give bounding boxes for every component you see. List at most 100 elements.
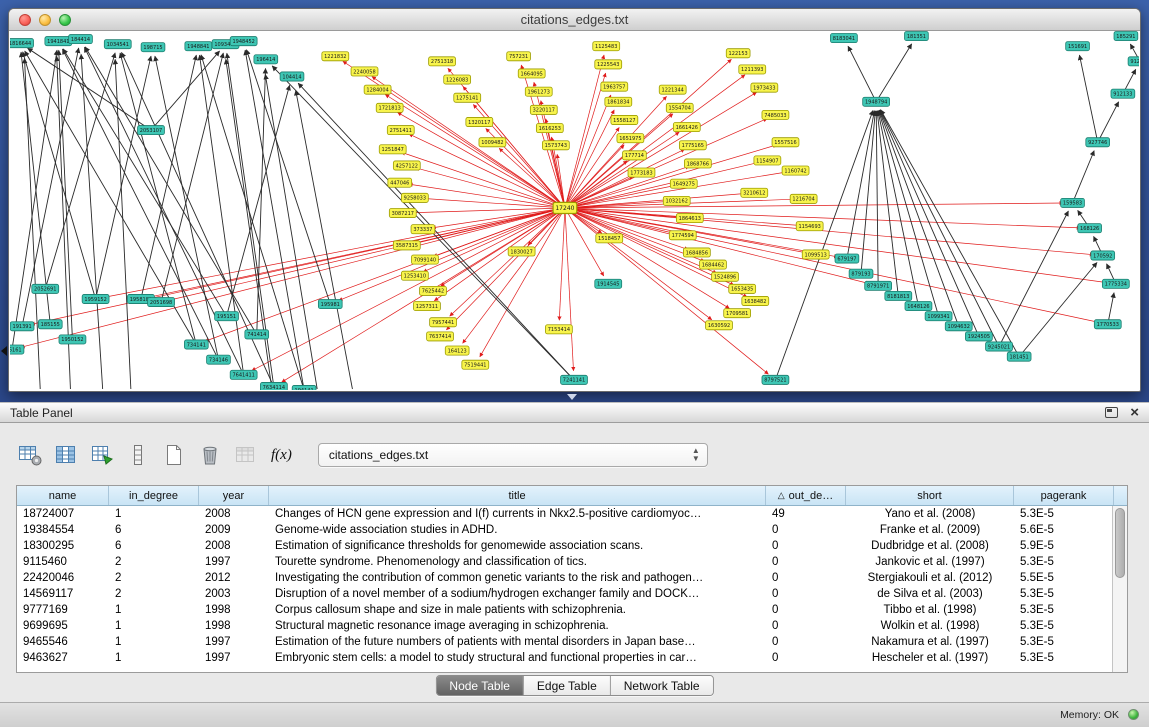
graph-edge[interactable] [151, 51, 220, 130]
cell-title[interactable]: Embryonic stem cells: a model to study s… [269, 650, 766, 666]
graph-edge[interactable] [141, 55, 196, 299]
table-row[interactable]: 969969511998Structural magnetic resonanc… [17, 618, 1127, 634]
graph-edge[interactable] [565, 55, 604, 208]
cell-short[interactable]: Yano et al. (2008) [846, 506, 1014, 522]
cell-name[interactable]: 9465546 [17, 634, 109, 650]
cell-out_degree[interactable]: 0 [766, 554, 846, 570]
graph-edge[interactable] [28, 48, 151, 130]
graph-edge[interactable] [59, 50, 73, 339]
cell-in_degree[interactable]: 2 [109, 586, 199, 602]
cell-name[interactable]: 22420046 [17, 570, 109, 586]
cell-title[interactable]: Corpus callosum shape and size in male p… [269, 602, 766, 618]
graph-edge[interactable] [847, 111, 874, 259]
cell-pagerank[interactable]: 5.3E-5 [1014, 618, 1114, 634]
cell-name[interactable]: 9115460 [17, 554, 109, 570]
graph-edge[interactable] [45, 53, 115, 289]
cell-in_degree[interactable]: 2 [109, 554, 199, 570]
cell-pagerank[interactable]: 5.3E-5 [1014, 650, 1114, 666]
graph-edge[interactable] [1098, 102, 1119, 142]
delete-column-icon[interactable] [196, 442, 223, 469]
cell-in_degree[interactable]: 1 [109, 602, 199, 618]
column-header-short[interactable]: short [846, 486, 1014, 505]
graph-edge[interactable] [1019, 262, 1097, 356]
cell-name[interactable]: 18724007 [17, 506, 109, 522]
graph-edge[interactable] [876, 44, 912, 102]
cell-title[interactable]: Estimation of the future numbers of pati… [269, 634, 766, 650]
cell-name[interactable]: 18300295 [17, 538, 109, 554]
cell-short[interactable]: Wolkin et al. (1998) [846, 618, 1014, 634]
graph-edge[interactable] [565, 162, 759, 208]
graph-edge[interactable] [252, 208, 565, 371]
cell-title[interactable]: Structural magnetic resonance image aver… [269, 618, 766, 634]
cell-name[interactable]: 14569117 [17, 586, 109, 602]
graph-edge[interactable] [265, 74, 317, 389]
cell-out_degree[interactable]: 0 [766, 602, 846, 618]
table-row[interactable]: 946554611997Estimation of the future num… [17, 634, 1127, 650]
cell-out_degree[interactable]: 0 [766, 586, 846, 602]
table-selector-combobox[interactable]: citations_edges.txt ▲ ▼ [318, 443, 708, 467]
graph-edge[interactable] [880, 110, 999, 347]
graph-edge[interactable] [200, 55, 244, 375]
cell-out_degree[interactable]: 0 [766, 634, 846, 650]
graph-edge[interactable] [848, 46, 876, 102]
import-table-icon[interactable] [88, 442, 115, 469]
splitter-collapse-handle[interactable] [567, 394, 577, 400]
cell-title[interactable]: Estimation of significance thresholds fo… [269, 538, 766, 554]
graph-edge[interactable] [878, 111, 918, 306]
cell-pagerank[interactable]: 5.3E-5 [1014, 634, 1114, 650]
graph-edge[interactable] [559, 208, 565, 320]
cell-year[interactable]: 2003 [199, 586, 269, 602]
cell-in_degree[interactable]: 1 [109, 618, 199, 634]
new-column-icon[interactable] [160, 442, 187, 469]
cell-short[interactable]: Nakamura et al. (1997) [846, 634, 1014, 650]
cell-year[interactable]: 1998 [199, 602, 269, 618]
table-row[interactable]: 1872400712008Changes of HCN gene express… [17, 506, 1127, 522]
cell-out_degree[interactable]: 0 [766, 650, 846, 666]
cell-year[interactable]: 1997 [199, 634, 269, 650]
graph-edge[interactable] [999, 211, 1068, 347]
graph-edge[interactable] [1079, 55, 1097, 142]
column-header-name[interactable]: name [17, 486, 109, 505]
cell-short[interactable]: Tibbo et al. (1998) [846, 602, 1014, 618]
cell-short[interactable]: Franke et al. (2009) [846, 522, 1014, 538]
cell-title[interactable]: Genome-wide association studies in ADHD. [269, 522, 766, 538]
cell-in_degree[interactable]: 1 [109, 634, 199, 650]
cell-out_degree[interactable]: 0 [766, 618, 846, 634]
table-row[interactable]: 911546021997Tourette syndrome. Phenomeno… [17, 554, 1127, 570]
graph-edge[interactable] [876, 111, 878, 286]
graph-edge[interactable] [424, 198, 565, 208]
window-titlebar[interactable]: citations_edges.txt [9, 9, 1140, 31]
cell-year[interactable]: 1998 [199, 618, 269, 634]
graph-edge[interactable] [21, 52, 50, 324]
graph-edge[interactable] [63, 49, 226, 316]
graph-edge[interactable] [85, 47, 257, 335]
function-builder-button[interactable]: f(x) [268, 447, 295, 464]
table-row[interactable]: 2242004622012Investigating the contribut… [17, 570, 1127, 586]
cell-in_degree[interactable]: 2 [109, 570, 199, 586]
graph-edge[interactable] [155, 56, 219, 360]
graph-edge[interactable] [565, 208, 574, 371]
graph-edge[interactable] [84, 47, 243, 375]
graph-edge[interactable] [1073, 151, 1095, 203]
cell-title[interactable]: Investigating the contribution of common… [269, 570, 766, 586]
tab-network-table[interactable]: Network Table [610, 676, 713, 695]
cell-title[interactable]: Tourette syndrome. Phenomenology and cla… [269, 554, 766, 570]
cell-pagerank[interactable]: 5.3E-5 [1014, 602, 1114, 618]
graph-edge[interactable] [62, 49, 218, 359]
cell-in_degree[interactable]: 1 [109, 650, 199, 666]
column-header-year[interactable]: year [199, 486, 269, 505]
cell-year[interactable]: 2009 [199, 522, 269, 538]
cell-out_degree[interactable]: 49 [766, 506, 846, 522]
tab-edge-table[interactable]: Edge Table [523, 676, 610, 695]
table-row[interactable]: 946362711997Embryonic stem cells: a mode… [17, 650, 1127, 666]
graph-edge[interactable] [161, 53, 223, 302]
vertical-scrollbar[interactable] [1112, 506, 1127, 672]
cell-out_degree[interactable]: 0 [766, 522, 846, 538]
column-header-in_degree[interactable]: in_degree [109, 486, 199, 505]
graph-edge[interactable] [450, 208, 565, 316]
left-splitter-arrow[interactable] [1, 346, 7, 356]
cell-pagerank[interactable]: 5.5E-5 [1014, 570, 1114, 586]
graph-edge[interactable] [226, 59, 272, 389]
cell-short[interactable]: Stergiakouli et al. (2012) [846, 570, 1014, 586]
table-settings-icon[interactable] [16, 442, 43, 469]
